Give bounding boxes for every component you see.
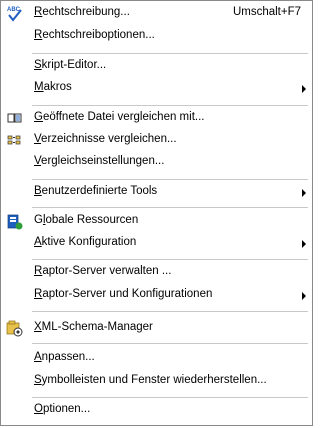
submenu-arrow-icon [302, 292, 306, 300]
menu-item-global-resources[interactable]: Globale Ressourcen [2, 211, 311, 233]
menu-item-label: Anpassen... [34, 351, 95, 363]
menu-item-label: Benutzerdefinierte Tools [34, 185, 158, 197]
menu-item-label: XML-Schema-Manager [34, 321, 153, 333]
menu-separator [32, 311, 308, 312]
menu-item-label: Optionen... [34, 403, 91, 415]
menu-item-macros[interactable]: Makros [2, 78, 311, 100]
menu-item-compare-directories[interactable]: Verzeichnisse vergleichen... [2, 130, 311, 152]
menu-separator [32, 397, 308, 398]
menu-item-customize[interactable]: Anpassen... [2, 348, 311, 370]
menu-item-options[interactable]: Optionen... [2, 400, 311, 422]
menu-item-label: Rechtschreibung... [34, 6, 130, 18]
menu-item-label: Vergleichseinstellungen... [34, 155, 165, 167]
submenu-arrow-icon [302, 189, 306, 197]
menu-item-raptor-servers-configurations[interactable]: Raptor-Server und Konfigurationen [2, 285, 311, 307]
menu-item-compare-file[interactable]: Geöffnete Datei vergleichen mit... [2, 108, 311, 130]
menu-item-label: Raptor-Server und Konfigurationen [34, 288, 213, 300]
menu-item-label: Makros [34, 81, 72, 93]
menu-separator [32, 207, 308, 208]
menu-separator [32, 53, 308, 54]
menu-item-label: Geöffnete Datei vergleichen mit... [34, 111, 205, 123]
submenu-arrow-icon [302, 85, 306, 93]
compare-directories-icon [6, 132, 24, 150]
schema-manager-icon [6, 320, 24, 338]
menu-item-label: Aktive Konfiguration [34, 236, 137, 248]
menu-item-label: Rechtschreiboptionen... [34, 29, 155, 41]
menu-item-xml-schema-manager[interactable]: XML-Schema-Manager [2, 318, 311, 340]
menu-item-custom-tools[interactable]: Benutzerdefinierte Tools [2, 182, 311, 204]
spellcheck-icon: ABC [6, 5, 24, 23]
submenu-arrow-icon [302, 240, 306, 248]
menu-item-label: Raptor-Server verwalten ... [34, 265, 172, 277]
menu-item-spellcheck[interactable]: ABC Rechtschreibung... Umschalt+F7 [2, 3, 311, 25]
menu-item-label: Symbolleisten und Fenster wiederherstell… [34, 374, 267, 386]
menu-separator [32, 179, 308, 180]
tools-context-menu: ABC Rechtschreibung... Umschalt+F7 Recht… [0, 0, 313, 426]
menu-item-manage-raptor-servers[interactable]: Raptor-Server verwalten ... [2, 262, 311, 284]
global-resources-icon [6, 213, 24, 231]
menu-separator [32, 343, 308, 344]
menu-item-label: Globale Ressourcen [34, 214, 139, 226]
menu-item-script-editor[interactable]: Skript-Editor... [2, 56, 311, 78]
menu-separator [32, 259, 308, 260]
menu-item-label: Verzeichnisse vergleichen... [34, 133, 177, 145]
menu-item-spellcheck-options[interactable]: Rechtschreiboptionen... [2, 26, 311, 48]
menu-item-active-configuration[interactable]: Aktive Konfiguration [2, 233, 311, 255]
menu-item-restore-toolbars[interactable]: Symbolleisten und Fenster wiederherstell… [2, 371, 311, 393]
menu-item-compare-settings[interactable]: Vergleichseinstellungen... [2, 152, 311, 174]
shortcut-text: Umschalt+F7 [232, 6, 301, 18]
menu-item-label: Skript-Editor... [34, 59, 107, 71]
menu-separator [32, 105, 308, 106]
compare-file-icon [6, 110, 24, 128]
